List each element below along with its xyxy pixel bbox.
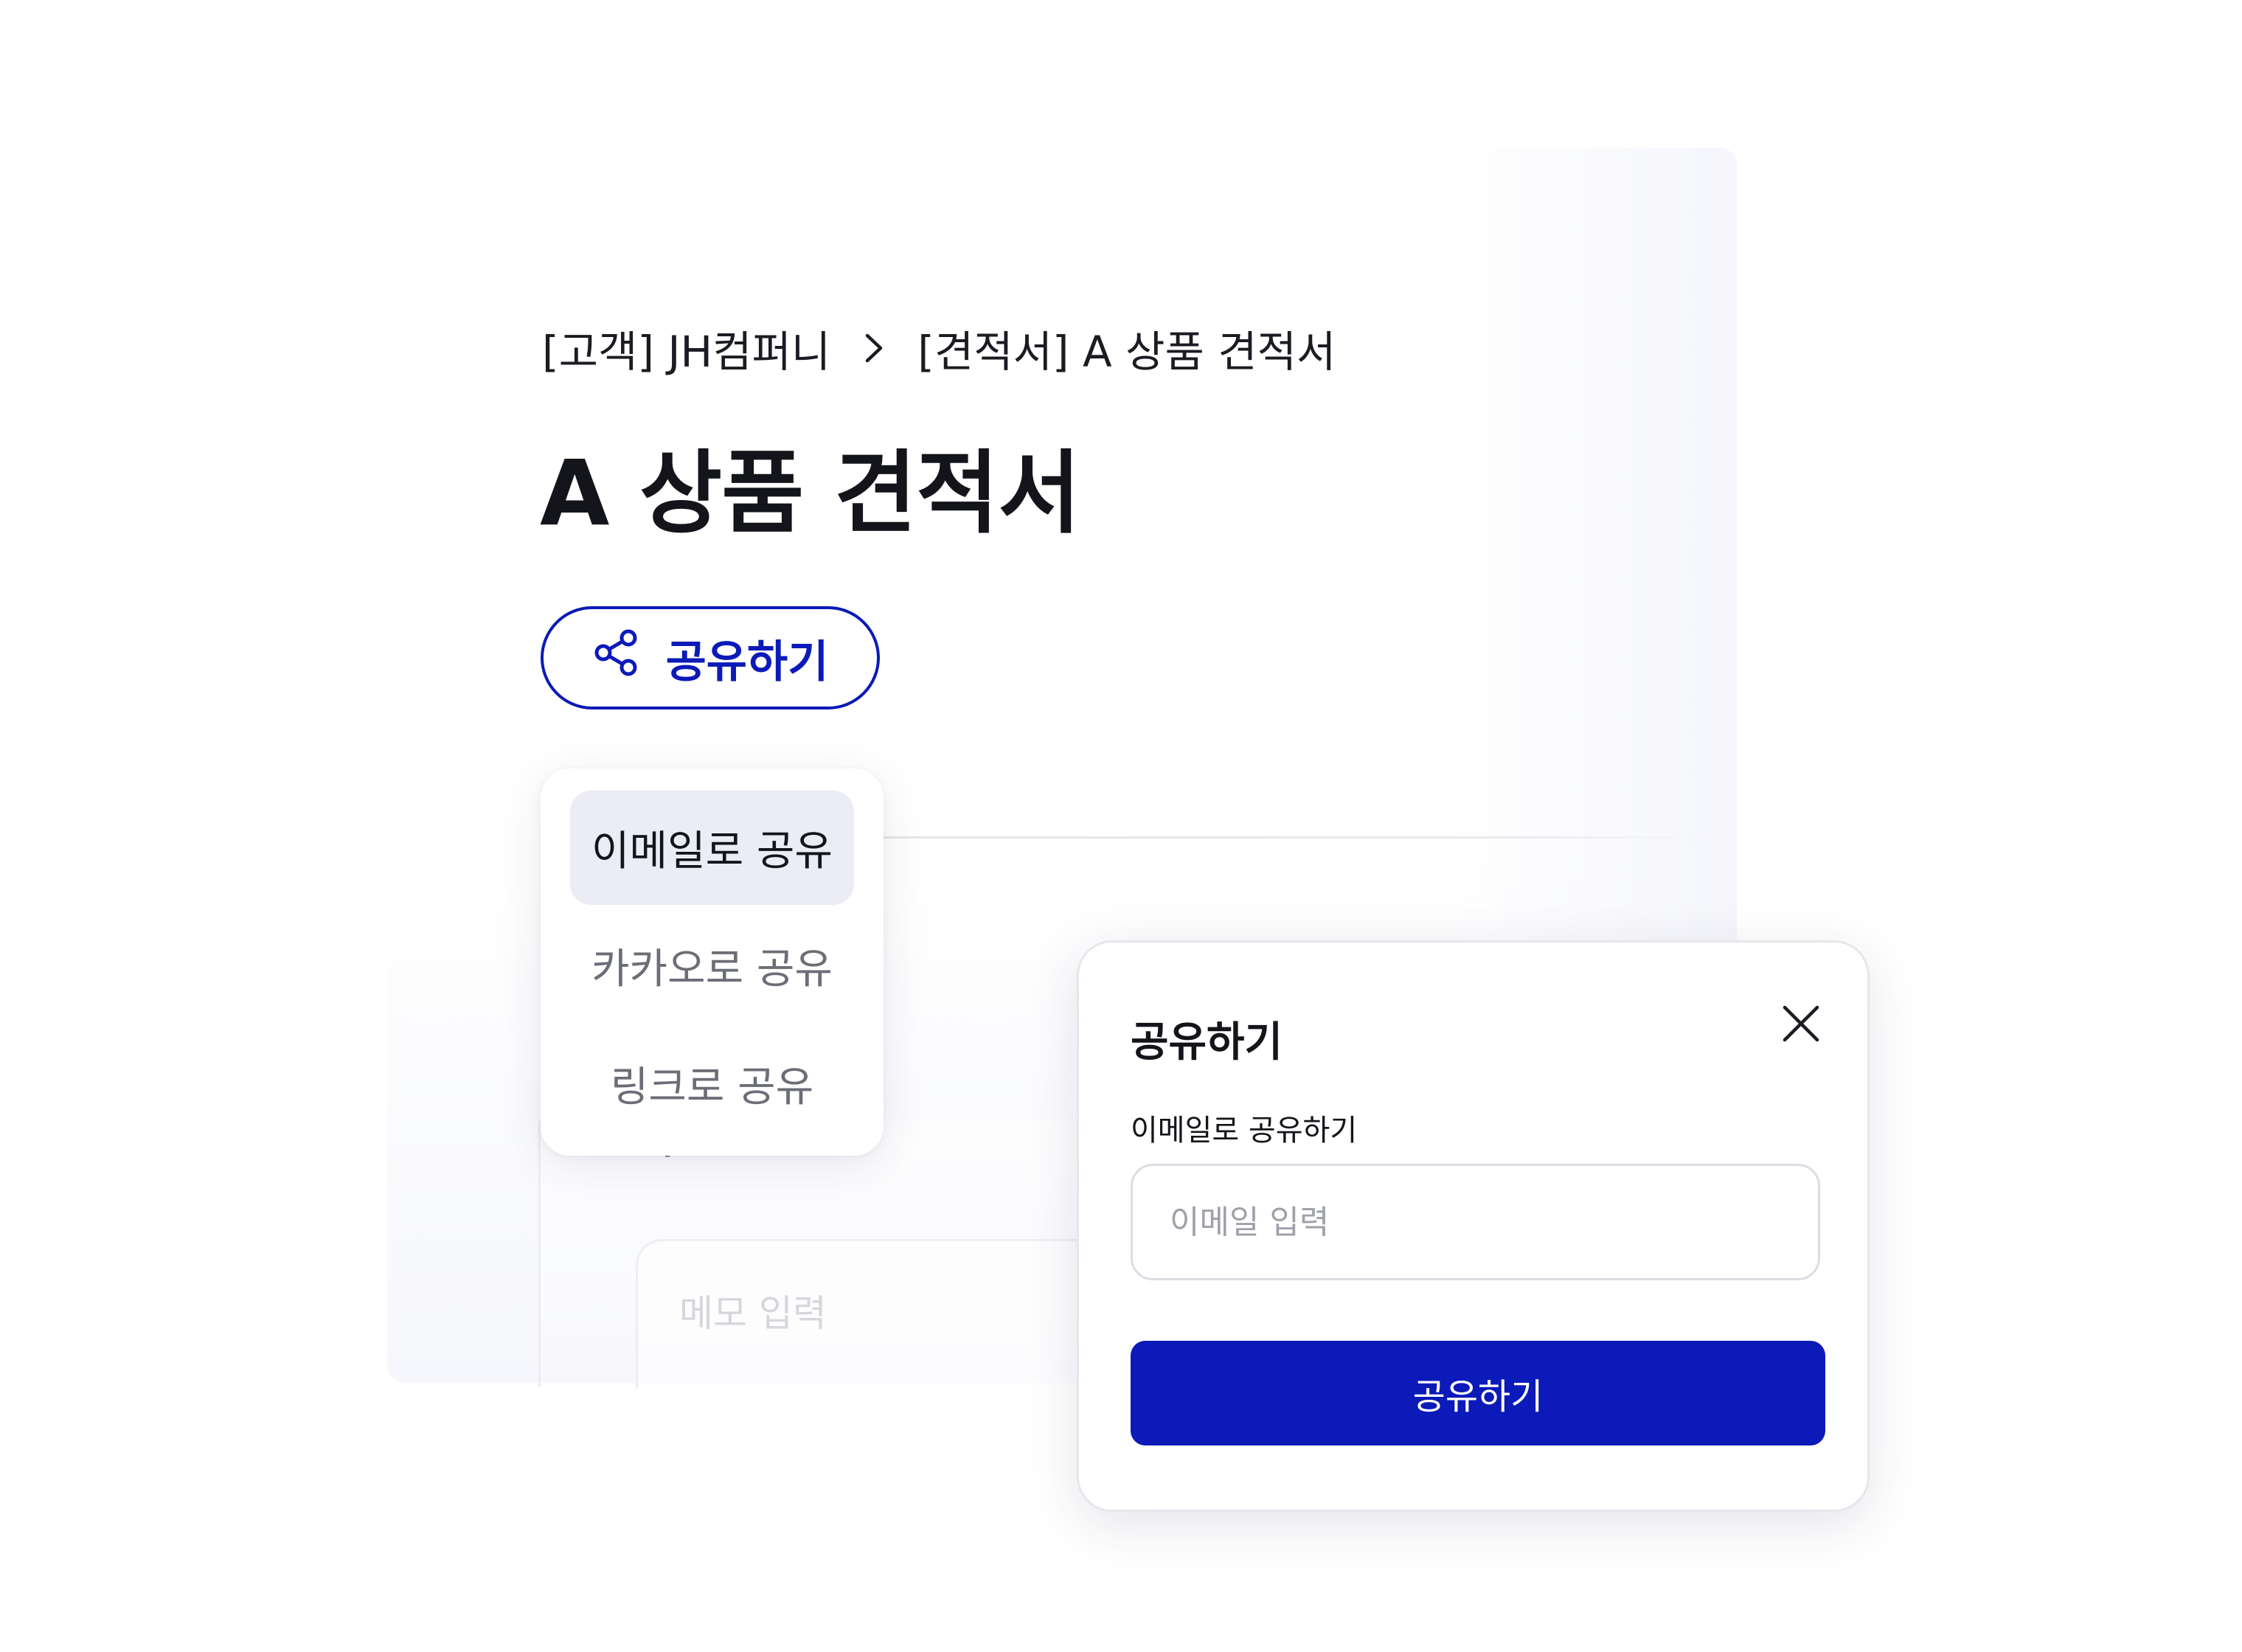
- share-submit-button[interactable]: 공유하기: [1131, 1341, 1825, 1446]
- email-field-label: 이메일로 공유하기: [1131, 1114, 1358, 1148]
- email-field[interactable]: [1131, 1164, 1820, 1280]
- share-button-label: 공유하기: [665, 636, 829, 688]
- memo-input-placeholder: 메모 입력: [679, 1292, 827, 1335]
- breadcrumb-item-quote: [견적서] A 상품 견적서: [917, 327, 1336, 377]
- share-menu: 이메일로 공유 카카오로 공유 링크로 공유: [541, 768, 884, 1156]
- chevron-right-icon: [848, 326, 900, 370]
- breadcrumb: [고객] JH컴퍼니 [견적서] A 상품 견적서: [542, 317, 1336, 379]
- share-menu-item-link[interactable]: 링크로 공유: [570, 1027, 854, 1141]
- share-menu-item-kakao[interactable]: 카카오로 공유: [570, 909, 854, 1023]
- share-menu-item-email[interactable]: 이메일로 공유: [570, 791, 854, 905]
- section-divider: [863, 836, 1711, 839]
- canvas: 메모 메모 입력 [고객] JH컴퍼니 [견적서] A 상품 견적서 A 상품 …: [0, 0, 2242, 1652]
- page-title: A 상품 견적서: [540, 441, 1081, 546]
- modal-title: 공유하기: [1131, 1018, 1283, 1066]
- share-modal: 공유하기 이메일로 공유하기 공유하기: [1077, 940, 1870, 1512]
- breadcrumb-item-customer[interactable]: [고객] JH컴퍼니: [542, 317, 830, 379]
- share-icon: [592, 628, 641, 688]
- share-button[interactable]: 공유하기: [541, 606, 880, 709]
- close-icon[interactable]: [1779, 1002, 1823, 1046]
